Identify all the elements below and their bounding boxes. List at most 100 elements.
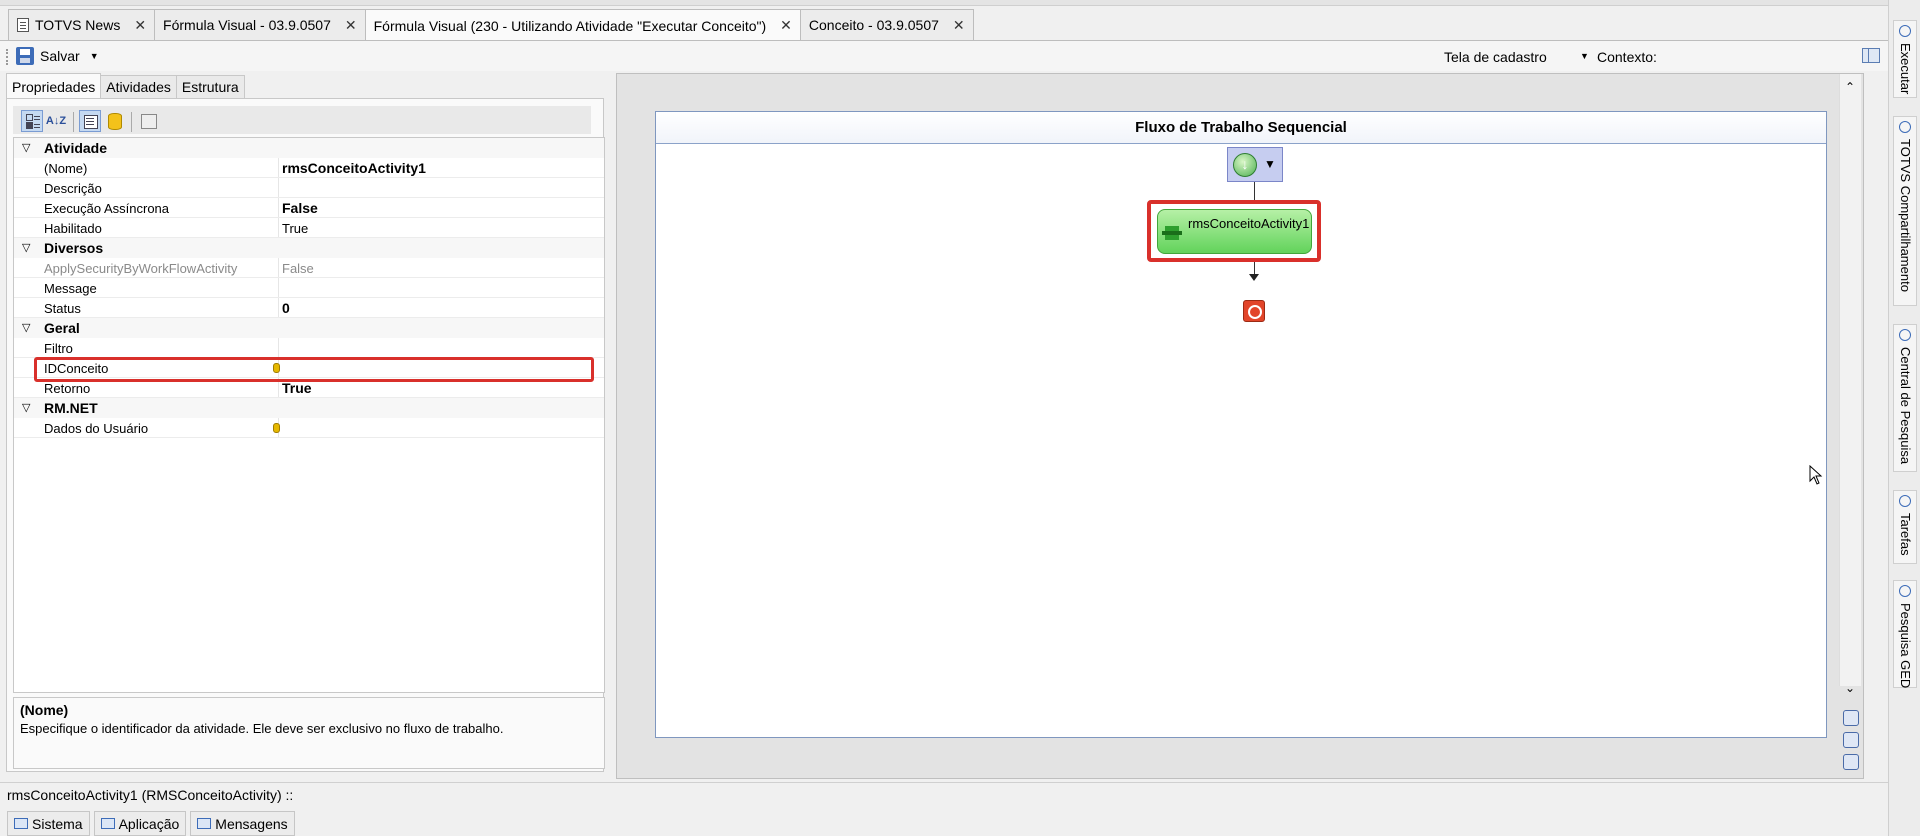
document-search-icon bbox=[1899, 329, 1911, 341]
ged-icon bbox=[1899, 585, 1911, 597]
chevron-up-icon[interactable]: ⌃ bbox=[1845, 80, 1855, 94]
property-value[interactable]: rmsConceitoActivity1 bbox=[282, 160, 426, 176]
workflow-canvas[interactable]: Fluxo de Trabalho Sequencial ↓ ▼ rmsConc… bbox=[655, 111, 1827, 738]
property-name: ApplySecurityByWorkFlowActivity bbox=[44, 261, 238, 276]
tab-atividades[interactable]: Atividades bbox=[100, 75, 177, 98]
property-name: (Nome) bbox=[44, 161, 88, 176]
activity-node[interactable]: rmsConceitoActivity1 bbox=[1157, 209, 1312, 254]
tab-mensagens[interactable]: Mensagens bbox=[190, 811, 295, 836]
property-value[interactable]: True bbox=[282, 380, 312, 396]
save-button[interactable]: Salvar ▼ bbox=[16, 45, 99, 67]
category-diversos[interactable]: ▽ Diversos bbox=[14, 238, 604, 258]
chevron-down-icon[interactable]: ▽ bbox=[22, 321, 30, 334]
right-sidebar: Executar TOTVS Compartilhamento Central … bbox=[1888, 0, 1920, 836]
tab-propriedades[interactable]: Propriedades bbox=[6, 73, 102, 98]
categorized-icon[interactable] bbox=[21, 110, 43, 132]
database-icon[interactable] bbox=[103, 110, 125, 132]
property-row-applysecurity[interactable]: ApplySecurityByWorkFlowActivity False bbox=[14, 258, 604, 278]
sidebar-item-executar[interactable]: Executar bbox=[1893, 20, 1917, 98]
property-row-descricao[interactable]: Descrição bbox=[14, 178, 604, 198]
connector bbox=[1254, 182, 1255, 200]
property-row-habilitado[interactable]: Habilitado True bbox=[14, 218, 604, 238]
property-row-dados-usuario[interactable]: Dados do Usuário bbox=[14, 418, 604, 438]
property-row-execucao-assincrona[interactable]: Execução Assíncrona False bbox=[14, 198, 604, 218]
sort-alpha-icon[interactable]: A↓Z bbox=[45, 110, 67, 132]
tab-estrutura[interactable]: Estrutura bbox=[175, 75, 245, 98]
tab-formula-visual[interactable]: Fórmula Visual - 03.9.0507 ✕ bbox=[154, 9, 366, 40]
tab-aplicacao[interactable]: Aplicação bbox=[93, 811, 187, 836]
toolbar: Salvar ▼ Tela de cadastro ▼ Contexto: bbox=[0, 41, 1888, 71]
close-icon[interactable]: ✕ bbox=[953, 17, 965, 34]
tab-conceito[interactable]: Conceito - 03.9.0507 ✕ bbox=[799, 9, 974, 40]
category-label: RM.NET bbox=[44, 400, 98, 416]
property-grid-toolbar: A↓Z bbox=[13, 106, 591, 134]
document-icon bbox=[17, 18, 29, 32]
chevron-down-icon[interactable]: ▽ bbox=[22, 401, 30, 414]
pan-icon[interactable] bbox=[1843, 754, 1859, 770]
property-name: Retorno bbox=[44, 381, 91, 396]
property-row-status[interactable]: Status 0 bbox=[14, 298, 604, 318]
description-title: (Nome) bbox=[20, 702, 69, 718]
property-row-filtro[interactable]: Filtro bbox=[14, 338, 604, 358]
chevron-down-icon[interactable]: ▽ bbox=[22, 241, 30, 254]
application-icon bbox=[100, 818, 115, 829]
toolbar-grip[interactable] bbox=[6, 49, 8, 65]
sidebar-item-central-pesquisa[interactable]: Central de Pesquisa bbox=[1893, 324, 1917, 472]
sidebar-label: Pesquisa GED bbox=[1898, 603, 1913, 689]
category-label: Atividade bbox=[44, 140, 108, 156]
close-icon[interactable]: ✕ bbox=[345, 17, 357, 34]
search-icon bbox=[1899, 121, 1911, 133]
description-panel: (Nome) Especifique o identificador da at… bbox=[13, 697, 605, 769]
start-node[interactable]: ↓ ▼ bbox=[1227, 147, 1283, 182]
property-row-message[interactable]: Message bbox=[14, 278, 604, 298]
start-icon: ↓ bbox=[1233, 153, 1257, 177]
properties-icon[interactable] bbox=[79, 110, 101, 132]
status-bar: rmsConceitoActivity1 (RMSConceitoActivit… bbox=[0, 782, 1888, 806]
category-geral[interactable]: ▽ Geral bbox=[14, 318, 604, 338]
tab-sistema[interactable]: Sistema bbox=[7, 811, 90, 836]
tab-label: Fórmula Visual (230 - Utilizando Ativida… bbox=[373, 17, 767, 34]
property-value[interactable]: False bbox=[282, 200, 318, 216]
property-row-nome[interactable]: (Nome) rmsConceitoActivity1 bbox=[14, 158, 604, 178]
zoom-level-icon[interactable] bbox=[1843, 710, 1859, 726]
tab-formula-visual-230[interactable]: Fórmula Visual (230 - Utilizando Ativida… bbox=[364, 9, 801, 41]
properties-panel: A↓Z ▽ Atividade (Nome) rmsConceitoActivi… bbox=[6, 98, 605, 772]
property-grid: ▽ Atividade (Nome) rmsConceitoActivity1 … bbox=[13, 137, 605, 693]
property-value[interactable]: True bbox=[282, 221, 308, 236]
tasks-icon bbox=[1899, 495, 1911, 507]
layout-icon[interactable] bbox=[1862, 48, 1880, 63]
property-name: Dados do Usuário bbox=[44, 421, 149, 436]
tab-label: Sistema bbox=[32, 815, 83, 832]
close-icon[interactable]: ✕ bbox=[134, 17, 146, 34]
close-icon[interactable]: ✕ bbox=[780, 17, 792, 34]
vertical-scrollbar[interactable]: ⌃ ⌄ bbox=[1839, 74, 1861, 695]
chevron-down-icon[interactable]: ▼ bbox=[1264, 157, 1276, 171]
stop-node[interactable] bbox=[1243, 300, 1265, 322]
chevron-down-icon[interactable]: ⌄ bbox=[1845, 681, 1855, 695]
save-icon bbox=[16, 47, 34, 65]
binoculars-icon[interactable] bbox=[1843, 732, 1859, 748]
zoom-tools bbox=[1841, 710, 1861, 776]
chevron-down-icon[interactable]: ▽ bbox=[22, 141, 30, 154]
tab-label: Aplicação bbox=[118, 815, 180, 832]
property-pages-icon[interactable] bbox=[137, 110, 159, 132]
category-rmnet[interactable]: ▽ RM.NET bbox=[14, 398, 604, 418]
property-name: Filtro bbox=[44, 341, 73, 356]
bind-key-icon[interactable] bbox=[273, 423, 280, 433]
property-name: Habilitado bbox=[44, 221, 102, 236]
chevron-down-icon[interactable]: ▼ bbox=[1580, 51, 1589, 61]
activity-highlight: rmsConceitoActivity1 bbox=[1147, 200, 1321, 262]
sidebar-label: Tarefas bbox=[1898, 513, 1913, 556]
screen-select[interactable]: Tela de cadastro bbox=[1444, 49, 1547, 65]
activity-label: rmsConceitoActivity1 bbox=[1188, 216, 1310, 231]
category-atividade[interactable]: ▽ Atividade bbox=[14, 138, 604, 158]
context-label: Contexto: bbox=[1597, 49, 1657, 65]
sidebar-item-totvs-compartilhamento[interactable]: TOTVS Compartilhamento bbox=[1893, 116, 1917, 306]
sidebar-item-pesquisa-ged[interactable]: Pesquisa GED bbox=[1893, 580, 1917, 688]
property-value[interactable]: 0 bbox=[282, 300, 290, 316]
workflow-designer: Fluxo de Trabalho Sequencial ↓ ▼ rmsConc… bbox=[616, 73, 1864, 779]
chevron-down-icon[interactable]: ▼ bbox=[90, 51, 99, 61]
idconceito-highlight bbox=[34, 357, 594, 382]
tab-totvs-news[interactable]: TOTVS News ✕ bbox=[8, 9, 156, 40]
sidebar-item-tarefas[interactable]: Tarefas bbox=[1893, 490, 1917, 564]
